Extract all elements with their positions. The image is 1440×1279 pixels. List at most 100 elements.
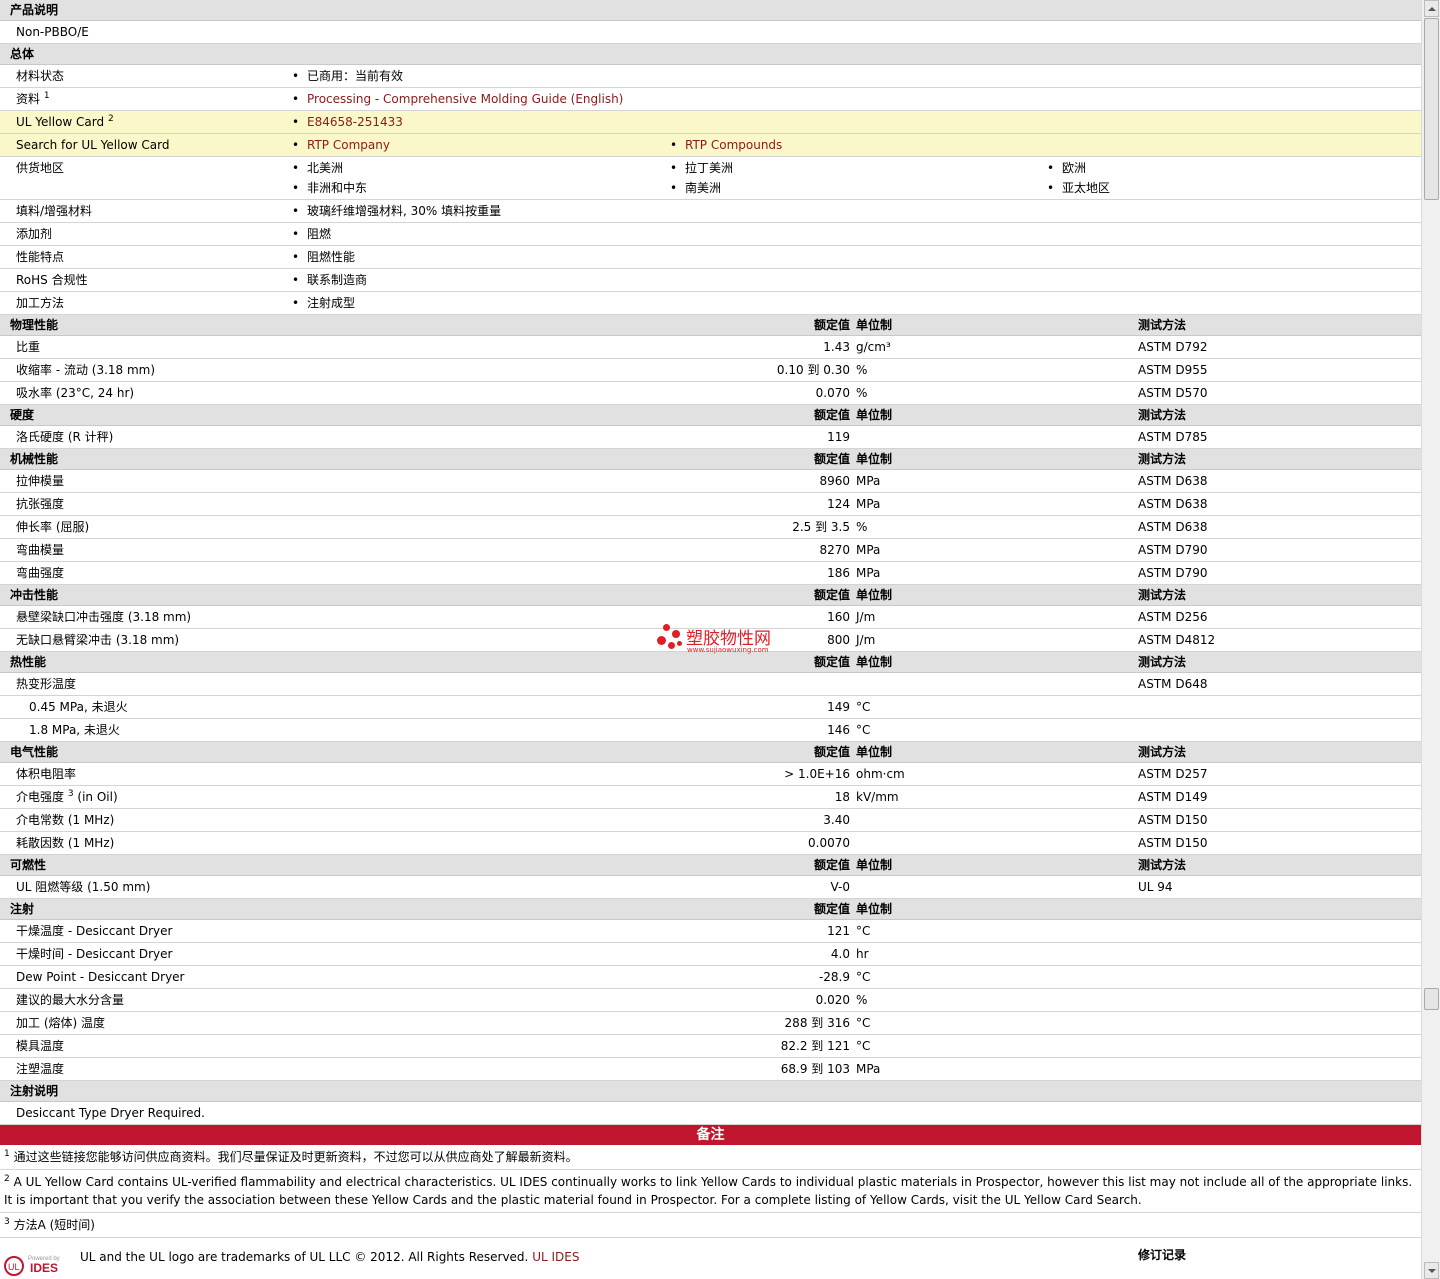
property-row: 伸长率 (屈服) 2.5 到 3.5% ASTM D638 — [0, 516, 1421, 539]
footnote-ref[interactable]: 1 — [44, 91, 50, 101]
ides-logo: UL Powered by IDES — [4, 1250, 72, 1276]
property-label-text: 无缺口悬臂梁冲击 (3.18 mm) — [16, 633, 180, 647]
note-text: 通过这些链接您能够访问供应商资料。我们尽量保证及时更新资料，不过您可以从供应商处… — [13, 1150, 578, 1164]
note-item: 3 方法A (短时间) — [0, 1213, 1421, 1238]
scrollbar-thumb[interactable] — [1424, 18, 1439, 200]
property-value: 0.0070 — [808, 836, 850, 850]
property-label: 弯曲模量 — [16, 539, 64, 561]
general-row-regions: 供货地区 北美洲 拉丁美洲 欧洲 非洲和中东 南美洲 亚太地区 — [0, 157, 1421, 200]
general-row-rohs: RoHS 合规性 联系制造商 — [0, 269, 1421, 292]
header-unit: 单位制 — [856, 408, 893, 422]
property-unit: hr — [856, 947, 869, 961]
vertical-scrollbar[interactable] — [1421, 0, 1440, 1279]
property-row: 热变形温度 ASTM D648 — [0, 673, 1421, 696]
test-method: ASTM D785 — [1138, 430, 1208, 444]
property-label-text: 拉伸模量 — [16, 474, 65, 488]
doc-link[interactable]: Processing - Comprehensive Molding Guide… — [307, 92, 623, 106]
property-unit: % — [856, 386, 868, 400]
property-value: 186 — [827, 566, 850, 580]
property-label-text: 洛氏硬度 (R 计秤) — [16, 430, 114, 444]
test-method: ASTM D790 — [1138, 543, 1208, 557]
revision-history[interactable]: 修订记录 — [1138, 1244, 1186, 1266]
product-desc-row: Non-PBBO/E — [0, 21, 1421, 44]
row-label: 供货地区 — [16, 161, 65, 175]
property-label: 吸水率 (23°C, 24 hr) — [16, 382, 134, 404]
section-title: 产品说明 — [10, 3, 59, 17]
property-label-text: 收缩率 - 流动 (3.18 mm) — [16, 363, 156, 377]
property-unit: °C — [856, 970, 871, 984]
row-value: 联系制造商 — [292, 269, 367, 291]
note-item: 1 通过这些链接您能够访问供应商资料。我们尽量保证及时更新资料，不过您可以从供应… — [0, 1145, 1421, 1170]
section-title: 机械性能 — [10, 452, 59, 466]
svg-text:IDES: IDES — [30, 1261, 58, 1275]
property-value: 800 — [827, 633, 850, 647]
section-general: 总体 — [0, 44, 1421, 65]
arrow-down-icon — [1428, 1269, 1436, 1273]
test-method: ASTM D149 — [1138, 790, 1208, 804]
property-label: UL 阻燃等级 (1.50 mm) — [16, 876, 150, 898]
property-row: 弯曲模量 8270 MPa ASTM D790 — [0, 539, 1421, 562]
property-value: V-0 — [830, 880, 850, 894]
property-label-text: 干燥时间 - Desiccant Dryer — [16, 947, 173, 961]
property-label-suffix: (in Oil) — [73, 790, 118, 804]
test-method: ASTM D648 — [1138, 677, 1208, 691]
search-item-1: RTP Company — [292, 134, 390, 156]
test-method: ASTM D638 — [1138, 497, 1208, 511]
property-unit: % — [856, 363, 868, 377]
header-nominal: 额定值 — [813, 588, 850, 602]
general-row-features: 性能特点 阻燃性能 — [0, 246, 1421, 269]
rtp-company-link[interactable]: RTP Company — [307, 138, 390, 152]
ul-ides-link[interactable]: UL IDES — [532, 1250, 579, 1264]
yellow-card-link[interactable]: E84658-251433 — [307, 115, 403, 129]
header-nominal: 额定值 — [813, 858, 850, 872]
scroll-down-button[interactable] — [1424, 1262, 1439, 1279]
property-label: 干燥温度 - Desiccant Dryer — [16, 920, 172, 942]
row-label: 资料 1 — [16, 88, 50, 110]
watermark-logo: 塑胶物性网 www.sujiaowuxing.com — [657, 624, 797, 658]
arrow-up-icon — [1428, 7, 1436, 11]
test-method: ASTM D638 — [1138, 520, 1208, 534]
property-label-text: 干燥温度 - Desiccant Dryer — [16, 924, 173, 938]
general-row-status: 材料状态 已商用：当前有效 — [0, 65, 1421, 88]
property-value: 149 — [827, 700, 850, 714]
property-unit: MPa — [856, 566, 881, 580]
property-value: 82.2 到 121 — [780, 1039, 850, 1053]
property-label-text: 体积电阻率 — [16, 767, 77, 781]
test-method: UL 94 — [1138, 880, 1173, 894]
property-value: 8960 — [819, 474, 850, 488]
scrollbar-thumb-secondary[interactable] — [1424, 988, 1439, 1010]
header-unit: 单位制 — [856, 745, 893, 759]
region-item: 欧洲 — [1047, 157, 1086, 179]
property-label-text: 弯曲模量 — [16, 543, 65, 557]
property-label: 伸长率 (屈服) — [16, 516, 89, 538]
general-row-filler: 填料/增强材料 玻璃纤维增强材料, 30% 填料按重量 — [0, 200, 1421, 223]
test-method: ASTM D4812 — [1138, 633, 1216, 647]
property-unit: °C — [856, 1039, 871, 1053]
header-test-method: 测试方法 — [1138, 408, 1187, 422]
header-unit: 单位制 — [856, 858, 893, 872]
property-row: 收缩率 - 流动 (3.18 mm) 0.10 到 0.30% ASTM D955 — [0, 359, 1421, 382]
property-label-text: 注塑温度 — [16, 1062, 65, 1076]
property-label: 体积电阻率 — [16, 763, 76, 785]
property-label: 热变形温度 — [16, 673, 76, 695]
property-label: 拉伸模量 — [16, 470, 64, 492]
property-row: 抗张强度 124 MPa ASTM D638 — [0, 493, 1421, 516]
scroll-up-button[interactable] — [1424, 0, 1439, 17]
row-value: 阻燃 — [292, 223, 331, 245]
row-label: 填料/增强材料 — [16, 204, 93, 218]
property-value: 4.0 — [830, 947, 850, 961]
rtp-compounds-link[interactable]: RTP Compounds — [685, 138, 782, 152]
header-test-method: 测试方法 — [1138, 318, 1187, 332]
property-label-text: 介电强度 — [16, 790, 65, 804]
header-test-method: 测试方法 — [1138, 588, 1187, 602]
footnote-ref[interactable]: 2 — [108, 114, 114, 124]
property-unit: MPa — [856, 1062, 881, 1076]
property-label-text: 伸长率 (屈服) — [16, 520, 90, 534]
watermark-url: www.sujiaowuxing.com — [687, 646, 769, 654]
property-unit: % — [856, 993, 868, 1007]
yellow-card-item: E84658-251433 — [292, 111, 403, 133]
test-method: ASTM D570 — [1138, 386, 1208, 400]
general-row-processing: 加工方法 注射成型 — [0, 292, 1421, 315]
property-row: 洛氏硬度 (R 计秤) 119 ASTM D785 — [0, 426, 1421, 449]
header-nominal: 额定值 — [813, 902, 850, 916]
